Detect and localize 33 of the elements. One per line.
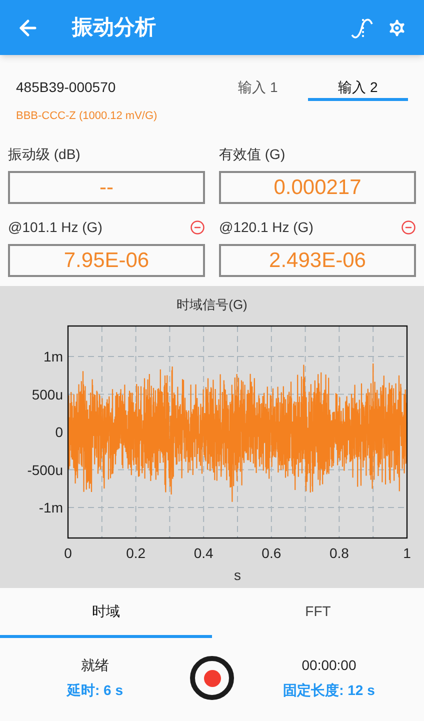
sensor-serial: 485B39-000570 <box>16 78 117 97</box>
axis-tick-label: -1m <box>38 500 63 516</box>
axis-tick-label: -500u <box>27 462 63 478</box>
input-tab[interactable]: 输入 2 <box>308 77 408 101</box>
measurement-value: 0.000217 <box>219 171 416 204</box>
axis-tick-label: 0.2 <box>126 545 146 561</box>
measurement-label: 振动级 (dB) <box>8 144 80 164</box>
chart-title: 时域信号(G) <box>176 296 248 314</box>
remove-icon[interactable] <box>190 220 205 234</box>
view-tab[interactable]: FFT <box>212 588 424 638</box>
axis-tick-label: 500u <box>32 386 63 402</box>
axis-tick-label: 0.8 <box>329 545 349 561</box>
measurement-label: @101.1 Hz (G) <box>8 218 102 237</box>
axis-tick-label: 1 <box>403 545 411 561</box>
view-tab[interactable]: 时域 <box>0 588 212 638</box>
axis-tick-label: 0.4 <box>194 545 214 561</box>
measurement-value: 2.493E-06 <box>219 244 416 277</box>
remove-icon[interactable] <box>401 220 416 234</box>
app-title: 振动分析 <box>72 14 156 41</box>
timer-text: 00:00:00 <box>302 656 356 675</box>
measurement-value: -- <box>8 171 205 204</box>
axis-tick-label: 0 <box>64 545 72 561</box>
axis-tick-label: 0.6 <box>262 545 282 561</box>
axis-title: s <box>234 567 241 583</box>
sensor-detail: BBB-CCC-Z (1000.12 mV/G) <box>16 109 158 124</box>
measurement-label: @120.1 Hz (G) <box>219 218 314 237</box>
measurement-label: 有效值 (G) <box>219 144 286 164</box>
record-button[interactable] <box>190 656 234 700</box>
status-text: 就绪 <box>81 656 109 675</box>
axis-tick-label: 1m <box>44 348 63 364</box>
axis-tick-label: 0 <box>55 424 63 440</box>
input-tab[interactable]: 输入 1 <box>208 77 308 101</box>
measurement-value: 7.95E-06 <box>8 244 205 277</box>
